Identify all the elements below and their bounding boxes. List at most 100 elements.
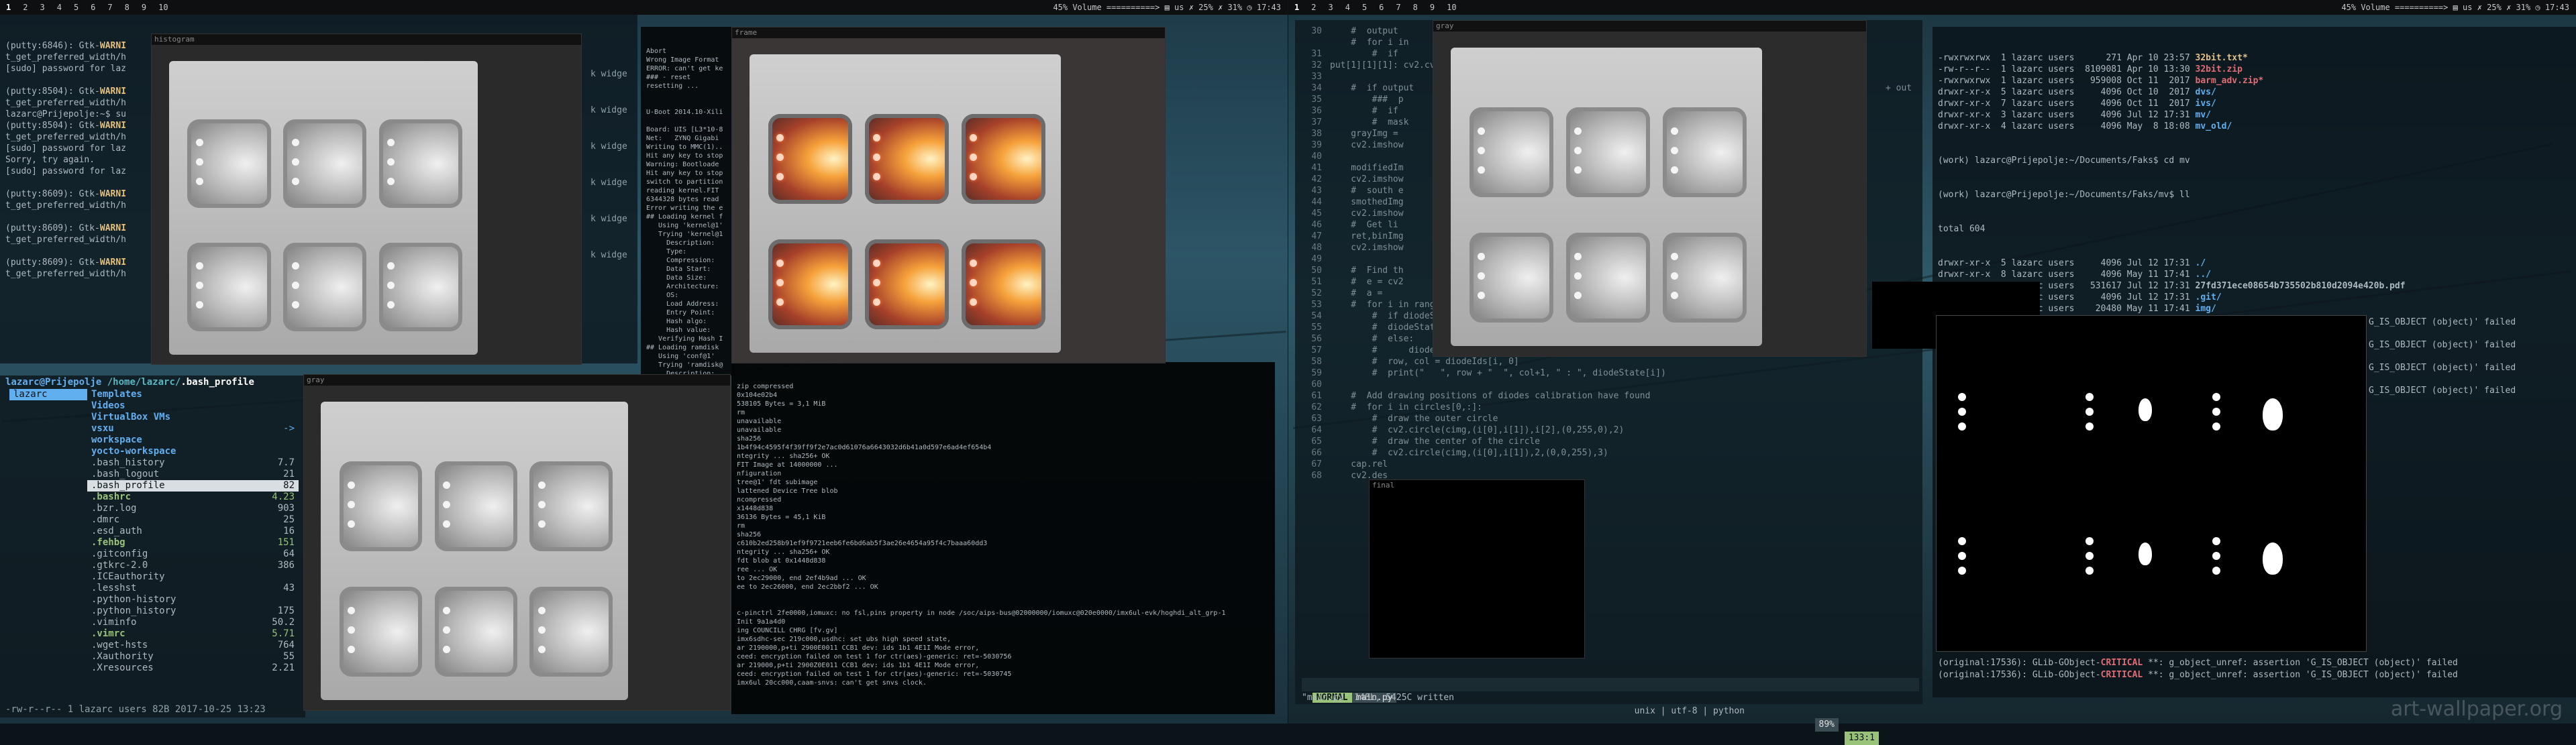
ls-line: drwxr-xr-x 5 lazarc users 4096 Jul 12 17… [1938,258,2206,268]
ranger-footer: -rw-r--r-- 1 lazarc users 82B 2017-10-25… [5,704,266,715]
workspace-7[interactable]: 7 [101,0,118,15]
ranger-entry[interactable]: .python_history 175 [87,606,299,617]
ranger-entry[interactable]: .ICEauthority [87,571,299,583]
image-window-right[interactable]: gray [1433,20,1867,357]
log-line: ar 2190000,p+ti 2900E0011 CCB1 dev: ids … [737,644,980,652]
final-image-window[interactable]: final [1369,479,1585,658]
ranger-entry[interactable]: .bzr.log 903 [87,503,299,514]
warning-line: G_IS_OBJECT (object)' failed [2369,363,2516,373]
vim-message: "main.py" 148L, 5425C written [1302,693,1454,703]
workspace-6[interactable]: 6 [1373,0,1390,15]
gray-image-window[interactable]: gray [303,374,731,711]
workspace-4[interactable]: 4 [51,0,68,15]
log-line: Writing to MMC(1).. [646,144,723,151]
line-number: 39 [1311,140,1322,150]
workspace-2[interactable]: 2 [1305,0,1322,15]
log-line: Type: [646,248,723,255]
warning-text: WARNI [99,257,127,268]
workspace-8[interactable]: 8 [119,0,136,15]
workspace-7[interactable]: 7 [1390,0,1406,15]
camera-image [152,45,581,364]
ranger-entry[interactable]: .bash_logout 21 [87,469,299,480]
ranger-entry[interactable]: .gtkrc-2.0 386 [87,560,299,571]
ranger-entry[interactable]: Templates [87,389,299,400]
log-line: ceed: encryption failed on test 1 for ct… [737,671,1012,678]
binary-image-window[interactable] [1936,315,2367,652]
workspace-6[interactable]: 6 [85,0,101,15]
workspace-5[interactable]: 5 [68,0,85,15]
diode-led [291,139,299,147]
diode-led [195,262,203,270]
log-line: reading kernel.FIT [646,187,719,194]
workspace-4[interactable]: 4 [1339,0,1356,15]
boot-log-terminal-bottom[interactable]: zip compressed 0x104e02b4 538105 Bytes = 3… [731,362,1275,714]
line-number: 62 [1311,402,1322,412]
ranger-entry[interactable]: .bash_history 7.7 [87,457,299,469]
binary-blob [2212,422,2221,431]
workspace-9[interactable]: 9 [1424,0,1441,15]
workspace-8[interactable]: 8 [1407,0,1424,15]
log-line: Data Size: [646,274,723,282]
log-line: Trying 'kernel@1 [646,231,723,238]
code-fragment: + out [1886,83,1912,93]
ranger-entry[interactable]: .python-history [87,594,299,606]
diode-led [348,606,356,614]
wallpaper-watermark: art-wallpaper.org [2390,697,2563,721]
entry-name: .Xresources [91,663,154,673]
ranger-entry[interactable]: VirtualBox VMs [87,412,299,423]
file-name: 32bit.txt* [2195,53,2248,63]
ranger-entry[interactable]: .dmrc 25 [87,514,299,526]
line-number: 49 [1311,254,1322,264]
ranger-entry[interactable]: Videos [87,400,299,412]
entry-name: .python_history [91,606,176,616]
workspace-5[interactable]: 5 [1356,0,1373,15]
ranger-entry[interactable]: .Xresources 2.21 [87,663,299,674]
binary-blob [1958,408,1966,416]
warning-text: WARNI [99,41,127,51]
ranger-entry[interactable]: .fehbg 151 [87,537,299,549]
workspace-3[interactable]: 3 [1322,0,1339,15]
log-line: Using 'kernel@1' [646,222,723,229]
entry-name: .python-history [91,594,176,605]
ranger-entry[interactable]: vsxu -> [87,423,299,435]
workspace-2[interactable]: 2 [17,0,34,15]
prompt-line: (work) lazarc@Prijepolje:~/Documents/Fak… [1938,190,2190,200]
line-number: 55 [1311,323,1322,333]
ls-line: drwxr-xr-x 7 lazarc users 4096 Oct 11 20… [1938,99,2216,109]
frame-image-window[interactable]: frame [731,27,1166,363]
log-line: sha256 [737,531,762,538]
ranger-entry[interactable]: .bashrc 4.23 [87,492,299,503]
total-line: total 604 [1938,224,1986,234]
line-number: 35 [1311,95,1322,105]
terminal-fragment: k widge [590,178,627,188]
workspace-1[interactable]: 1 [1288,0,1305,15]
ranger-entry[interactable]: .wget-hsts 764 [87,640,299,651]
ranger-entry[interactable]: .esd_auth 16 [87,526,299,537]
ranger-entry[interactable]: .viminfo 50.2 [87,617,299,628]
ranger-file-manager[interactable]: lazarc@Prijepolje /home/lazarc/.bash_pro… [0,376,305,718]
log-line: ee to 2ec26000, end 2ec2bbf2 ... OK [737,583,878,591]
ranger-entry[interactable]: .bash_profile 82 [87,480,299,492]
histogram-image-window[interactable]: histogram [151,34,582,365]
ranger-entry[interactable]: yocto-workspace [87,446,299,457]
workspace-1[interactable]: 1 [0,0,17,15]
workspace-10[interactable]: 10 [1441,0,1462,15]
ranger-entry[interactable]: .gitconfig 64 [87,549,299,560]
entry-size: 2.21 [272,663,295,673]
log-line: ar 219000,p+ti 2900Z0E011 CCB1 dev: ids … [737,662,980,669]
line-number: 48 [1311,243,1322,253]
workspace-3[interactable]: 3 [34,0,50,15]
ranger-entry[interactable]: .vimrc 5.71 [87,628,299,640]
line-number: 52 [1311,288,1322,298]
boot-log-terminal-top[interactable]: Abort Wrong Image Format ERROR: can't get … [641,27,735,376]
diode-led [537,646,546,654]
log-line: unavailable [737,426,782,434]
workspace-9[interactable]: 9 [136,0,152,15]
ranger-entry[interactable]: workspace [87,435,299,446]
ranger-entry[interactable]: .Xauthority 55 [87,651,299,663]
ranger-entry[interactable]: .lesshst 43 [87,583,299,594]
ranger-parent-dir[interactable]: lazarc [9,389,87,400]
workspace-10[interactable]: 10 [152,0,174,15]
file-name: barm_adv.zip* [2195,76,2264,86]
